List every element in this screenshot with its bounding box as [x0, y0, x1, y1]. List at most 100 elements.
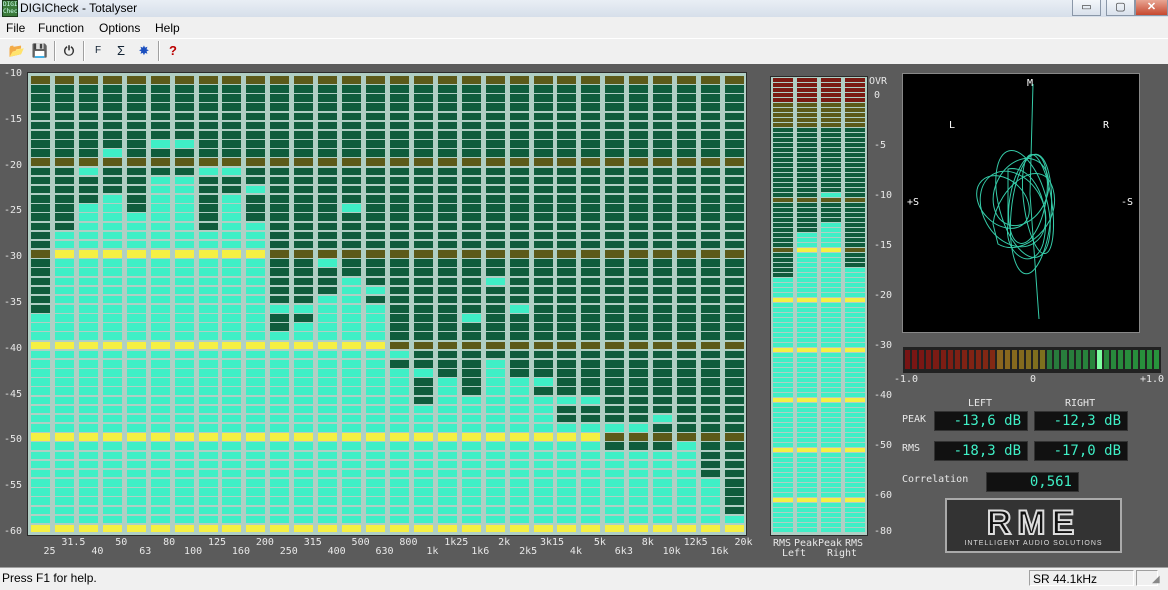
meter-segment: [797, 138, 817, 142]
spectrum-segment: [509, 341, 529, 350]
goniometer[interactable]: M L R +S -S: [902, 73, 1140, 333]
spectrum-segment: [653, 350, 673, 359]
spectrum-segment: [389, 213, 409, 221]
spectrum-segment: [581, 378, 601, 386]
spectrum-segment: [246, 204, 266, 212]
spectrum-segment: [270, 341, 290, 350]
close-button[interactable]: ✕: [1135, 0, 1168, 16]
menu-function[interactable]: Function: [38, 21, 84, 35]
spectrum-segment: [102, 405, 122, 414]
spectrum-segment: [150, 268, 170, 276]
spectrum-segment: [246, 488, 266, 496]
meter-segment: [845, 433, 865, 437]
open-folder-icon[interactable]: 📂: [7, 41, 27, 61]
power-icon[interactable]: ⏻: [59, 41, 79, 61]
spectrum-segment: [677, 305, 697, 313]
analysis-icon[interactable]: Σ: [111, 41, 131, 61]
spectrum-segment: [509, 359, 529, 368]
spectrum-segment: [533, 231, 553, 240]
spectrum-segment: [485, 442, 505, 450]
spectrum-segment: [54, 140, 74, 148]
spectrum-segment: [222, 185, 242, 194]
maximize-button[interactable]: ▢: [1106, 0, 1135, 16]
spectrum-analyzer[interactable]: [27, 72, 747, 536]
meter-segment: [773, 483, 793, 487]
spectrum-segment: [31, 94, 50, 102]
meter-segment: [797, 178, 817, 182]
spectrum-segment: [629, 451, 649, 460]
spectrum-segment: [270, 469, 290, 478]
spectrum-segment: [78, 85, 98, 93]
spectrum-segment: [102, 140, 122, 148]
minimize-button[interactable]: ▭: [1072, 0, 1101, 16]
meter-segment: [773, 363, 793, 367]
level-meters[interactable]: [770, 76, 868, 536]
spectrum-segment: [653, 103, 673, 112]
meter-segment: [821, 388, 841, 392]
spectrum-segment: [246, 460, 266, 469]
settings-icon[interactable]: ✸: [134, 41, 154, 61]
spectrum-segment: [413, 222, 433, 231]
spectrum-segment: [701, 341, 721, 350]
spectrum-segment: [31, 250, 50, 258]
spectrum-segment: [222, 396, 242, 405]
save-icon[interactable]: 💾: [30, 41, 50, 61]
spectrum-segment: [724, 103, 744, 112]
menu-file[interactable]: File: [6, 21, 25, 35]
spectrum-segment: [318, 85, 338, 93]
meter-segment: [773, 193, 793, 197]
meter-segment: [797, 408, 817, 412]
meter-segment: [797, 383, 817, 387]
menu-help[interactable]: Help: [155, 21, 180, 35]
spectrum-band-2k: [485, 73, 505, 535]
spectrum-segment: [174, 213, 194, 221]
spectrum-segment: [150, 524, 170, 533]
spectrum-segment: [342, 405, 362, 414]
spectrum-segment: [581, 424, 601, 432]
spectrum-segment: [102, 524, 122, 533]
spectrum-segment: [701, 103, 721, 112]
correlation-meter: [903, 347, 1161, 373]
spectrum-segment: [31, 350, 50, 359]
menu-options[interactable]: Options: [99, 21, 140, 35]
spectrum-band-160: [222, 73, 242, 535]
spectrum-segment: [724, 369, 744, 377]
help-icon[interactable]: ?: [163, 41, 183, 61]
spectrum-band-4k: [557, 73, 577, 535]
spectrum-segment: [701, 85, 721, 93]
spectrum-segment: [389, 76, 409, 84]
spectrum-segment: [318, 295, 338, 304]
spectrum-segment: [318, 451, 338, 460]
meter-segment: [845, 478, 865, 482]
meter-segment: [821, 188, 841, 192]
spectrum-segment: [198, 259, 218, 267]
meter-segment: [821, 198, 841, 202]
spectrum-segment: [581, 341, 601, 350]
correlation-segment: [983, 350, 989, 369]
spectrum-segment: [318, 76, 338, 84]
spectrum-segment: [677, 469, 697, 478]
function-icon[interactable]: F: [88, 41, 108, 61]
spectrum-segment: [366, 250, 386, 258]
spectrum-segment: [78, 176, 98, 185]
resize-grip-icon[interactable]: ◢: [1152, 574, 1160, 585]
spectrum-segment: [677, 94, 697, 102]
app-icon[interactable]: DIGI Check: [2, 0, 21, 17]
spectrum-segment: [78, 277, 98, 286]
meter-segment: [797, 358, 817, 362]
spectrum-segment: [437, 497, 457, 505]
spectrum-segment: [174, 277, 194, 286]
correlation-segment: [905, 350, 911, 369]
spectrum-segment: [78, 451, 98, 460]
correlation-segment: [1018, 350, 1024, 369]
spectrum-segment: [413, 76, 433, 84]
spectrum-segment: [724, 140, 744, 148]
meter-segment: [797, 203, 817, 207]
spectrum-segment: [701, 433, 721, 441]
spectrum-segment: [222, 414, 242, 423]
spectrum-segment: [437, 387, 457, 395]
meter-segment: [773, 433, 793, 437]
spectrum-segment: [126, 515, 146, 524]
spectrum-segment: [294, 378, 314, 386]
spectrum-segment: [78, 442, 98, 450]
